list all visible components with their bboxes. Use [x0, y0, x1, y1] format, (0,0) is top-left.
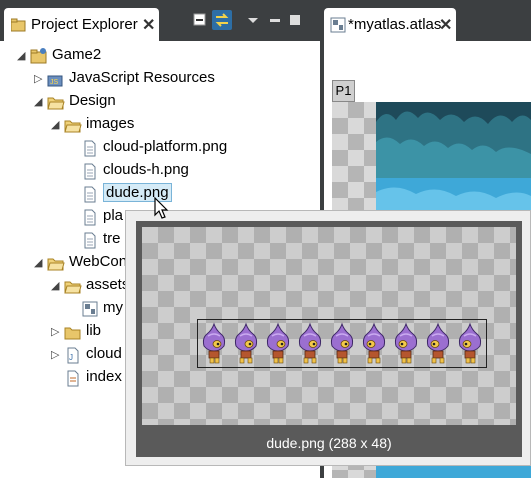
minimize-icon: [270, 19, 280, 22]
preview-canvas: [142, 227, 516, 425]
tab-myatlas[interactable]: *myatlas.atlas ✕: [324, 8, 456, 41]
file-icon: [84, 232, 96, 249]
tree-item-label: cloud: [86, 345, 122, 362]
preview-caption: dude.png (288 x 48): [266, 435, 392, 451]
tree-item-label: WebCon: [69, 253, 128, 270]
sprite-frame: [298, 322, 322, 364]
sprite-strip: [197, 319, 487, 368]
editor-tab-bar: *myatlas.atlas ✕: [320, 0, 531, 41]
collapsed-arrow-icon[interactable]: ▷: [51, 348, 59, 361]
sprite-frame: [362, 322, 386, 364]
sprite-frame: [426, 322, 450, 364]
tree-item-label: assets: [86, 276, 130, 293]
js-resources-icon: JS: [47, 75, 63, 87]
preview-caption-bar: dude.png (288 x 48): [136, 431, 522, 457]
tree-item[interactable]: clouds-h.png: [0, 160, 320, 182]
svg-text:JS: JS: [50, 79, 59, 86]
folder-open-icon: [64, 120, 82, 133]
expanded-arrow-icon[interactable]: ◢: [51, 279, 59, 292]
expanded-arrow-icon[interactable]: ◢: [17, 49, 25, 62]
atlas-file-icon: [82, 301, 98, 317]
tree-item-label: JavaScript Resources: [69, 69, 215, 86]
close-icon[interactable]: ✕: [439, 15, 452, 35]
sprite-frame: [394, 322, 418, 364]
folder-open-icon: [47, 97, 65, 110]
expanded-arrow-icon[interactable]: ◢: [51, 118, 59, 131]
tree-item-label: images: [86, 115, 135, 132]
tree-item-label: lib: [86, 322, 102, 339]
tree-item-label: Design: [69, 92, 116, 109]
tree-item-label: tre: [103, 230, 121, 247]
html-file-icon: [67, 370, 79, 387]
view-menu-button[interactable]: [243, 10, 263, 30]
tree-item-label: pla: [103, 207, 124, 224]
tree-item-label: index: [86, 368, 122, 385]
explorer-tab-bar: Project Explorer ✕: [0, 0, 320, 41]
tree-item[interactable]: ◢ images: [0, 114, 320, 136]
minimize-button[interactable]: [265, 10, 285, 30]
file-icon: [84, 163, 96, 180]
folder-open-icon: [47, 258, 65, 271]
folder-closed-icon: [64, 327, 81, 340]
file-icon: [84, 209, 96, 226]
image-preview-popup: dude.png (288 x 48): [125, 210, 531, 466]
folder-open-icon: [64, 281, 82, 294]
sprite-frame: [266, 322, 290, 364]
js-file-icon: J: [67, 347, 79, 364]
maximize-icon: [290, 15, 300, 25]
tree-item-label: Game2: [52, 46, 102, 63]
maximize-button[interactable]: [285, 10, 305, 30]
collapsed-arrow-icon[interactable]: ▷: [34, 72, 42, 85]
chevron-down-icon: [248, 18, 258, 23]
sprite-frame: [330, 322, 354, 364]
tree-item[interactable]: cloud-platform.png: [0, 137, 320, 159]
close-icon[interactable]: ✕: [142, 15, 155, 35]
file-icon: [84, 186, 96, 203]
mouse-cursor-icon: [154, 197, 169, 219]
editor-tab-title: *myatlas.atlas: [348, 16, 442, 33]
explorer-tab-title: Project Explorer: [31, 16, 138, 33]
project-explorer-icon: [11, 18, 26, 32]
project-folder-icon: [30, 48, 47, 64]
tree-item-label: my: [103, 299, 123, 316]
link-with-editor-icon: [215, 13, 229, 27]
preview-frame: [136, 221, 522, 431]
svg-text:J: J: [69, 353, 73, 362]
tree-item[interactable]: ◢ Game2: [0, 45, 320, 67]
collapse-all-icon: [193, 13, 206, 26]
tree-item-label: clouds-h.png: [103, 161, 189, 178]
tab-project-explorer[interactable]: Project Explorer ✕: [4, 8, 159, 41]
collapsed-arrow-icon[interactable]: ▷: [51, 325, 59, 338]
sprite-frame: [234, 322, 258, 364]
tree-item[interactable]: ▷ JS JavaScript Resources: [0, 68, 320, 90]
sprite-frame: [458, 322, 482, 364]
sprite-frame: [202, 322, 226, 364]
collapse-all-button[interactable]: [190, 10, 210, 30]
tree-item[interactable]: ◢ Design: [0, 91, 320, 113]
atlas-file-icon: [330, 17, 346, 33]
tree-item-label: cloud-platform.png: [103, 138, 228, 155]
expanded-arrow-icon[interactable]: ◢: [34, 95, 42, 108]
page-tab-p1[interactable]: P1: [332, 80, 355, 102]
expanded-arrow-icon[interactable]: ◢: [34, 256, 42, 269]
file-icon: [84, 140, 96, 157]
link-with-editor-button[interactable]: [212, 10, 232, 30]
